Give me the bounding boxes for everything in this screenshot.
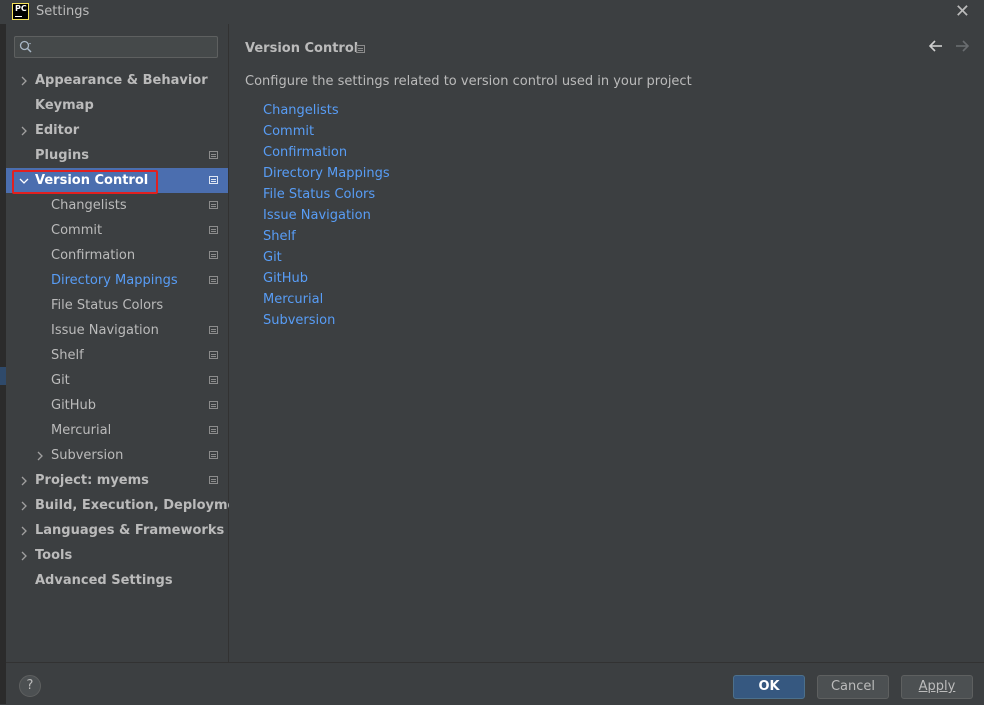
chevron-right-icon[interactable] — [19, 468, 31, 493]
chevron-right-icon[interactable] — [19, 118, 31, 143]
sidebar-item-label: Plugins — [35, 148, 89, 163]
project-scope-icon — [356, 45, 365, 53]
cancel-button[interactable]: Cancel — [817, 675, 889, 699]
sidebar-item-github[interactable]: GitHub — [6, 393, 228, 418]
sidebar-item-commit[interactable]: Commit — [6, 218, 228, 243]
project-scope-icon — [209, 151, 218, 159]
project-scope-icon — [209, 401, 218, 409]
link-file-status-colors[interactable]: File Status Colors — [263, 184, 390, 205]
project-scope-icon — [209, 376, 218, 384]
sidebar-item-label: Keymap — [35, 98, 94, 113]
link-commit[interactable]: Commit — [263, 121, 390, 142]
sidebar-item-languages-frameworks[interactable]: Languages & Frameworks — [6, 518, 228, 543]
sidebar-item-advanced-settings[interactable]: Advanced Settings — [6, 568, 228, 593]
arrow-left-icon[interactable] — [928, 38, 944, 54]
sidebar-item-directory-mappings[interactable]: Directory Mappings — [6, 268, 228, 293]
sidebar-item-label: Git — [51, 373, 70, 388]
sidebar-item-label: GitHub — [51, 398, 97, 413]
search-input[interactable] — [14, 36, 218, 58]
chevron-right-icon[interactable] — [19, 518, 31, 543]
help-icon[interactable]: ? — [19, 675, 41, 697]
chevron-right-icon[interactable] — [19, 493, 31, 518]
sidebar-item-label: Languages & Frameworks — [35, 523, 225, 538]
title-bar: PC Settings ✕ — [0, 0, 984, 24]
sidebar-item-label: Project: myems — [35, 473, 149, 488]
apply-button-label: Apply — [918, 679, 956, 694]
project-scope-icon — [209, 326, 218, 334]
sidebar-item-git[interactable]: Git — [6, 368, 228, 393]
settings-sidebar: Appearance & Behavior Keymap Editor Plugins… — [6, 24, 252, 662]
subpage-links: Changelists Commit Confirmation Directory M… — [263, 100, 390, 331]
project-scope-icon — [209, 176, 218, 184]
page-description: Configure the settings related to versio… — [245, 74, 692, 89]
sidebar-item-confirmation[interactable]: Confirmation — [6, 243, 228, 268]
sidebar-item-label: Subversion — [51, 448, 124, 463]
project-scope-icon — [209, 451, 218, 459]
sidebar-item-subversion[interactable]: Subversion — [6, 443, 228, 468]
sidebar-item-appearance-behavior[interactable]: Appearance & Behavior — [6, 68, 228, 93]
sidebar-item-label: Directory Mappings — [51, 273, 178, 288]
chevron-right-icon[interactable] — [35, 443, 47, 468]
link-subversion[interactable]: Subversion — [263, 310, 390, 331]
sidebar-item-project-myems[interactable]: Project: myems — [6, 468, 228, 493]
sidebar-item-file-status-colors[interactable]: File Status Colors — [6, 293, 228, 318]
chevron-right-icon[interactable] — [19, 68, 31, 93]
sidebar-item-label: File Status Colors — [51, 298, 164, 313]
apply-button[interactable]: Apply — [901, 675, 973, 699]
link-changelists[interactable]: Changelists — [263, 100, 390, 121]
search-icon — [19, 40, 32, 53]
project-scope-icon — [209, 276, 218, 284]
window-title: Settings — [36, 4, 90, 19]
link-github[interactable]: GitHub — [263, 268, 390, 289]
close-icon[interactable]: ✕ — [955, 2, 970, 22]
dialog-footer: ? OK Cancel Apply — [6, 662, 984, 705]
sidebar-item-label: Appearance & Behavior — [35, 73, 208, 88]
sidebar-item-label: Advanced Settings — [35, 573, 173, 588]
sidebar-item-changelists[interactable]: Changelists — [6, 193, 228, 218]
sidebar-item-label: Tools — [35, 548, 73, 563]
settings-tree: Appearance & Behavior Keymap Editor Plugins… — [6, 68, 252, 593]
sidebar-item-label: Changelists — [51, 198, 127, 213]
sidebar-item-shelf[interactable]: Shelf — [6, 343, 228, 368]
sidebar-item-label: Editor — [35, 123, 80, 138]
sidebar-item-label: Mercurial — [51, 423, 112, 438]
page-title: Version Control — [245, 41, 359, 56]
project-scope-icon — [209, 351, 218, 359]
project-scope-icon — [209, 251, 218, 259]
sidebar-item-plugins[interactable]: Plugins — [6, 143, 228, 168]
pycharm-logo-icon: PC — [12, 3, 29, 20]
sidebar-item-mercurial[interactable]: Mercurial — [6, 418, 228, 443]
sidebar-item-label: Issue Navigation — [51, 323, 159, 338]
sidebar-item-tools[interactable]: Tools — [6, 543, 228, 568]
sidebar-item-version-control[interactable]: Version Control — [6, 168, 228, 193]
link-issue-navigation[interactable]: Issue Navigation — [263, 205, 390, 226]
link-mercurial[interactable]: Mercurial — [263, 289, 390, 310]
project-scope-icon — [209, 476, 218, 484]
sidebar-item-keymap[interactable]: Keymap — [6, 93, 228, 118]
link-shelf[interactable]: Shelf — [263, 226, 390, 247]
sidebar-item-editor[interactable]: Editor — [6, 118, 228, 143]
sidebar-item-issue-navigation[interactable]: Issue Navigation — [6, 318, 228, 343]
project-scope-icon — [209, 226, 218, 234]
sidebar-item-label: Build, Execution, Deployment — [35, 498, 252, 513]
chevron-down-icon[interactable] — [19, 168, 31, 193]
link-git[interactable]: Git — [263, 247, 390, 268]
chevron-right-icon[interactable] — [19, 543, 31, 568]
sidebar-item-label: Commit — [51, 223, 103, 238]
sidebar-item-label: Confirmation — [51, 248, 136, 263]
settings-content-panel: Version Control Configure the settings r… — [229, 24, 984, 662]
arrow-right-icon — [956, 40, 970, 52]
ok-button[interactable]: OK — [733, 675, 805, 699]
project-scope-icon — [209, 201, 218, 209]
project-scope-icon — [209, 426, 218, 434]
sidebar-item-label: Version Control — [35, 173, 149, 188]
sidebar-item-build-execution-deployment[interactable]: Build, Execution, Deployment — [6, 493, 252, 518]
link-confirmation[interactable]: Confirmation — [263, 142, 390, 163]
link-directory-mappings[interactable]: Directory Mappings — [263, 163, 390, 184]
sidebar-item-label: Shelf — [51, 348, 84, 363]
